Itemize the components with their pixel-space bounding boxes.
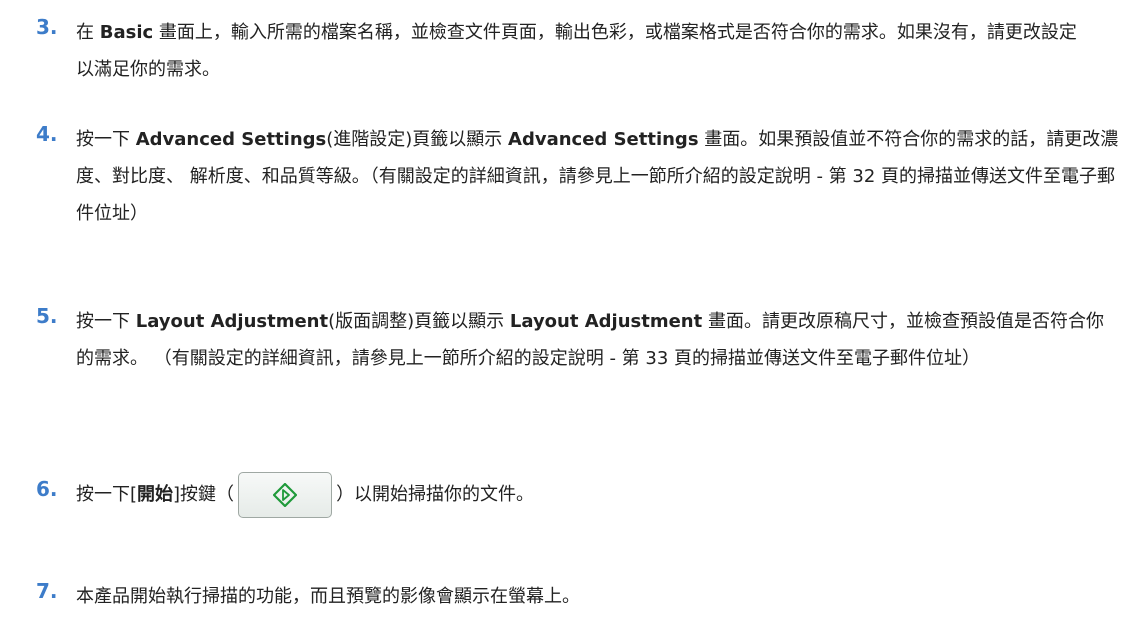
step-number: 7. bbox=[36, 579, 58, 603]
start-diamond-icon bbox=[273, 483, 298, 507]
step-text: 在 Basic 畫面上，輸入所需的檔案名稱，並檢查文件頁面，輸出色彩，或檔案格式… bbox=[76, 22, 1077, 80]
step-text: 按一下 Layout Adjustment(版面調整)頁籤以顯示 Layout … bbox=[76, 311, 1104, 369]
step-number: 3. bbox=[36, 15, 58, 39]
step-number: 5. bbox=[36, 304, 58, 328]
step-number: 4. bbox=[36, 122, 58, 146]
step-text: 按一下[開始]按鍵（ ）以開始掃描你的文件。 bbox=[76, 465, 1126, 525]
step-text: 本產品開始執行掃描的功能，而且預覽的影像會顯示在螢幕上。 bbox=[76, 586, 580, 607]
step-text: 按一下 Advanced Settings(進階設定)頁籤以顯示 Advance… bbox=[76, 129, 1119, 224]
start-button-image bbox=[238, 472, 333, 518]
step-number: 6. bbox=[36, 477, 58, 501]
